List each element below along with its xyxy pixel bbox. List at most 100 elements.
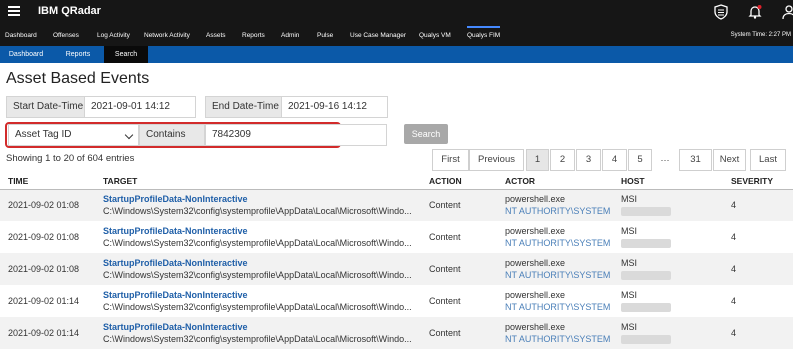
actor-user[interactable]: NT AUTHORITY\SYSTEM [505,269,613,281]
actor-user[interactable]: NT AUTHORITY\SYSTEM [505,333,613,345]
target-link[interactable]: StartupProfileData-NonInteractive [103,321,421,333]
subnav-reports[interactable]: Reports [52,46,104,63]
cell-severity: 4 [731,200,737,211]
table-row[interactable]: 2021-09-02 01:14 StartupProfileData-NonI… [0,317,793,349]
col-time[interactable]: TIME [0,173,95,190]
page-next-button[interactable]: Next [713,149,746,171]
cell-host: MSI [613,189,723,221]
host-name: MSI [621,322,638,332]
page-last-button[interactable]: Last [750,149,786,171]
start-date-label: Start Date-Time [6,96,85,118]
shield-icon[interactable] [713,4,729,20]
cell-host: MSI [613,285,723,317]
col-host[interactable]: HOST [613,173,723,190]
page-2-button[interactable]: 2 [550,149,575,171]
cell-actor: powershell.exe NT AUTHORITY\SYSTEM [497,253,613,285]
page-1-button[interactable]: 1 [526,149,549,171]
cell-actor: powershell.exe NT AUTHORITY\SYSTEM [497,285,613,317]
end-date-input[interactable]: 2021-09-16 14:12 [281,96,388,118]
host-name: MSI [621,194,638,205]
table-row[interactable]: 2021-09-02 01:08 StartupProfileData-NonI… [0,221,793,253]
page-3-button[interactable]: 3 [576,149,601,171]
nav-qualys-vm[interactable]: Qualys VM [419,32,451,39]
host-name: MSI [621,290,638,300]
cell-severity: 4 [731,264,737,274]
col-actor[interactable]: ACTOR [497,173,613,190]
target-link[interactable]: StartupProfileData-NonInteractive [103,257,421,269]
nav-dashboard[interactable]: Dashboard [5,32,37,39]
chevron-down-icon [124,130,134,140]
cell-action: Content [429,328,461,338]
cell-action: Content [429,264,461,274]
target-path: C:\Windows\System32\config\systemprofile… [103,238,412,248]
page-5-button[interactable]: 5 [628,149,652,171]
operator-label: Contains [139,124,205,146]
cell-severity: 4 [731,232,737,242]
host-name: MSI [621,226,638,236]
subnav-search[interactable]: Search [104,46,148,63]
cell-actor: powershell.exe NT AUTHORITY\SYSTEM [497,189,613,221]
target-link[interactable]: StartupProfileData-NonInteractive [103,193,421,205]
actor-process: powershell.exe [505,194,566,205]
nav-log-activity[interactable]: Log Activity [97,32,130,39]
bell-icon[interactable] [747,4,763,20]
target-path: C:\Windows\System32\config\systemprofile… [103,206,412,217]
target-link[interactable]: StartupProfileData-NonInteractive [103,225,421,237]
nav-admin[interactable]: Admin [281,32,299,39]
cell-time: 2021-09-02 01:08 [8,200,80,211]
page-first-button[interactable]: First [432,149,469,171]
table-row[interactable]: 2021-09-02 01:08 StartupProfileData-NonI… [0,253,793,285]
nav-reports[interactable]: Reports [242,32,265,39]
cell-target: StartupProfileData-NonInteractive C:\Wind… [95,253,421,285]
nav-assets[interactable]: Assets [206,32,226,39]
page-31-button[interactable]: 31 [679,149,712,171]
actor-user[interactable]: NT AUTHORITY\SYSTEM [505,301,613,313]
app-title: IBM QRadar [38,5,101,17]
page-previous-button[interactable]: Previous [469,149,524,171]
cell-target: StartupProfileData-NonInteractive C:\Wind… [95,317,421,349]
cell-action: Content [429,232,461,242]
cell-actor: powershell.exe NT AUTHORITY\SYSTEM [497,317,613,349]
table-row[interactable]: 2021-09-02 01:14 StartupProfileData-NonI… [0,285,793,317]
end-date-label: End Date-Time [205,96,282,118]
actor-user[interactable]: NT AUTHORITY\SYSTEM [505,237,613,249]
target-path: C:\Windows\System32\config\systemprofile… [103,302,412,312]
start-date-input[interactable]: 2021-09-01 14:12 [84,96,196,118]
cell-action: Content [429,296,461,306]
cell-severity: 4 [731,296,737,306]
nav-network-activity[interactable]: Network Activity [144,32,190,39]
actor-user[interactable]: NT AUTHORITY\SYSTEM [505,205,613,217]
host-name: MSI [621,258,638,268]
nav-use-case-manager[interactable]: Use Case Manager [350,32,406,39]
system-time: System Time: 2:27 PM [730,32,791,38]
entries-info: Showing 1 to 20 of 604 entries [6,153,135,164]
cell-host: MSI [613,253,723,285]
cell-target: StartupProfileData-NonInteractive C:\Wind… [95,189,421,221]
user-icon[interactable] [781,4,793,20]
nav-offenses[interactable]: Offenses [53,32,79,39]
nav-pulse[interactable]: Pulse [317,32,333,39]
subnav-dashboard[interactable]: Dashboard [0,46,52,63]
cell-target: StartupProfileData-NonInteractive C:\Wind… [95,221,421,253]
search-button[interactable]: Search [404,124,448,144]
page-4-button[interactable]: 4 [602,149,627,171]
menu-icon[interactable] [8,6,20,16]
page-ellipsis: … [660,153,670,164]
actor-process: powershell.exe [505,322,566,332]
field-select[interactable]: Asset Tag ID [8,124,139,146]
main-nav: Dashboard Offenses Log Activity Network … [0,24,793,46]
col-action[interactable]: ACTION [421,173,497,190]
redacted-ip [621,303,671,313]
col-target[interactable]: TARGET [95,173,421,190]
cell-actor: powershell.exe NT AUTHORITY\SYSTEM [497,221,613,253]
table-body: 2021-09-02 01:08 StartupProfileData-NonI… [0,189,793,349]
target-path: C:\Windows\System32\config\systemprofile… [103,334,412,344]
table-row[interactable]: 2021-09-02 01:08 StartupProfileData-NonI… [0,189,793,221]
tag-value-input[interactable]: 7842309 [205,124,387,146]
nav-qualys-fim[interactable]: Qualys FIM [467,26,501,39]
target-link[interactable]: StartupProfileData-NonInteractive [103,289,421,301]
col-severity[interactable]: SEVERITY [723,173,793,190]
redacted-ip [621,239,671,249]
redacted-ip [621,271,671,281]
sub-nav: Dashboard Reports Search [0,46,793,63]
